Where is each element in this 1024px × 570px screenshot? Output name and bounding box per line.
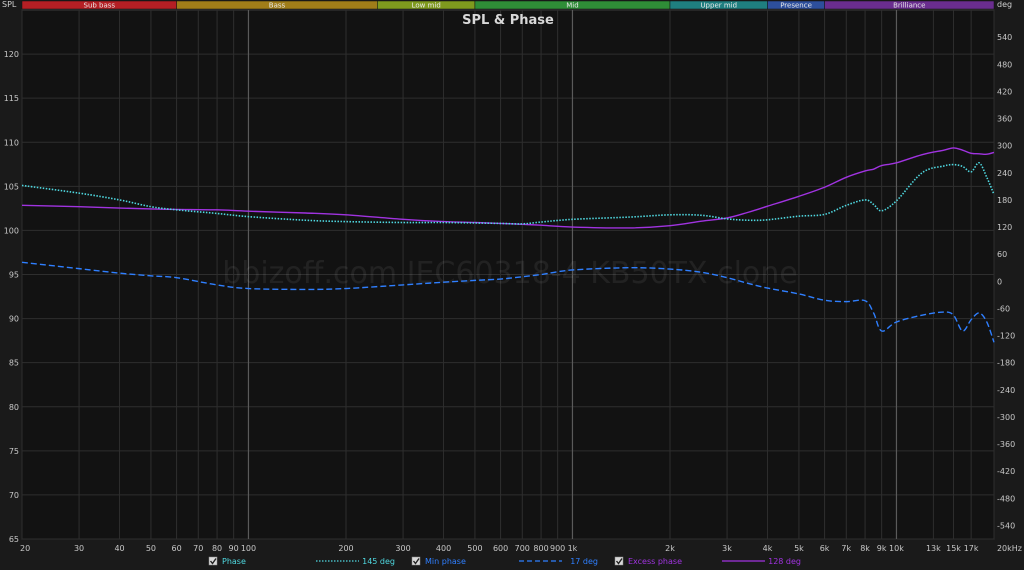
x-tick-12: 500 [467,544,482,553]
x-tick-5: 70 [193,544,203,553]
right-axis-label: deg [997,0,1012,9]
x-tick-25: 9k [877,544,887,553]
left-tick-2: 75 [9,447,19,456]
x-tick-22: 6k [820,544,830,553]
legend-value-0: 145 deg [362,557,395,566]
left-tick-4: 85 [9,359,19,368]
right-tick-9: 0 [997,277,1002,286]
right-tick-0: -540 [997,521,1015,530]
right-tick-12: 180 [997,196,1012,205]
right-tick-13: 240 [997,169,1012,178]
x-tick-10: 300 [395,544,410,553]
x-tick-1: 30 [74,544,84,553]
left-tick-11: 120 [4,50,19,59]
right-tick-18: 540 [997,33,1012,42]
left-tick-3: 80 [9,403,19,412]
left-tick-10: 115 [4,94,19,103]
band-label-3: Mid [566,2,578,10]
band-label-1: Bass [269,2,286,10]
left-tick-7: 100 [4,226,19,235]
x-tick-26: 10k [889,544,904,553]
right-tick-2: -420 [997,467,1015,476]
left-tick-1: 70 [9,491,19,500]
right-tick-4: -300 [997,413,1015,422]
left-tick-6: 95 [9,271,19,280]
right-tick-11: 120 [997,223,1012,232]
x-tick-14: 700 [515,544,530,553]
left-axis-label: SPL [2,0,17,9]
watermark: bbizoff.com IEC60318-4 KB50TX clone [222,256,797,291]
right-tick-15: 360 [997,115,1012,124]
x-tick-15: 800 [533,544,548,553]
right-tick-17: 480 [997,60,1012,69]
spl-phase-chart: Sub bass Bass Low mid Mid Upper mid Presence B… [0,0,1024,570]
left-tick-0: 65 [9,535,19,544]
x-tick-13: 600 [493,544,508,553]
legend-value-2: 128 deg [768,557,801,566]
x-tick-3: 50 [146,544,156,553]
x-tick-19: 3k [722,544,732,553]
band-label-0: Sub bass [84,2,116,10]
right-tick-5: -240 [997,386,1015,395]
x-tick-24: 8k [860,544,870,553]
band-label-6: Brilliance [893,2,925,10]
x-tick-9: 200 [338,544,353,553]
left-tick-9: 110 [4,138,19,147]
x-tick-23: 7k [841,544,851,553]
x-tick-29: 17k [964,544,979,553]
right-tick-10: 60 [997,250,1007,259]
right-tick-16: 420 [997,87,1012,96]
x-tick-0: 20 [20,544,30,553]
right-tick-14: 300 [997,142,1012,151]
x-tick-30: 20kHz [997,544,1022,553]
x-tick-7: 90 [229,544,239,553]
band-label-5: Presence [780,2,812,10]
x-tick-27: 13k [926,544,941,553]
x-tick-8: 100 [241,544,256,553]
right-tick-3: -360 [997,440,1015,449]
x-tick-21: 5k [794,544,804,553]
left-tick-5: 90 [9,315,19,324]
legend-label-2: Excess phase [628,557,682,566]
band-label-4: Upper mid [700,2,737,10]
x-tick-28: 15k [946,544,961,553]
legend-value-1: 17 deg [570,557,598,566]
left-tick-8: 105 [4,182,19,191]
band-label-2: Low mid [412,2,441,10]
x-tick-20: 4k [763,544,773,553]
legend-label-1: Min phase [425,557,466,566]
legend-label-0: Phase [222,557,246,566]
x-tick-17: 1k [568,544,578,553]
chart-title: SPL & Phase [462,13,554,28]
x-tick-2: 40 [114,544,124,553]
right-tick-1: -480 [997,494,1015,503]
x-tick-6: 80 [212,544,222,553]
right-tick-8: -60 [997,304,1010,313]
x-tick-11: 400 [436,544,451,553]
right-tick-7: -120 [997,332,1015,341]
frequency-bands: Sub bass Bass Low mid Mid Upper mid Presence B… [21,0,995,10]
x-tick-16: 900 [550,544,565,553]
x-tick-4: 60 [171,544,181,553]
x-tick-18: 2k [665,544,675,553]
right-tick-6: -180 [997,359,1015,368]
